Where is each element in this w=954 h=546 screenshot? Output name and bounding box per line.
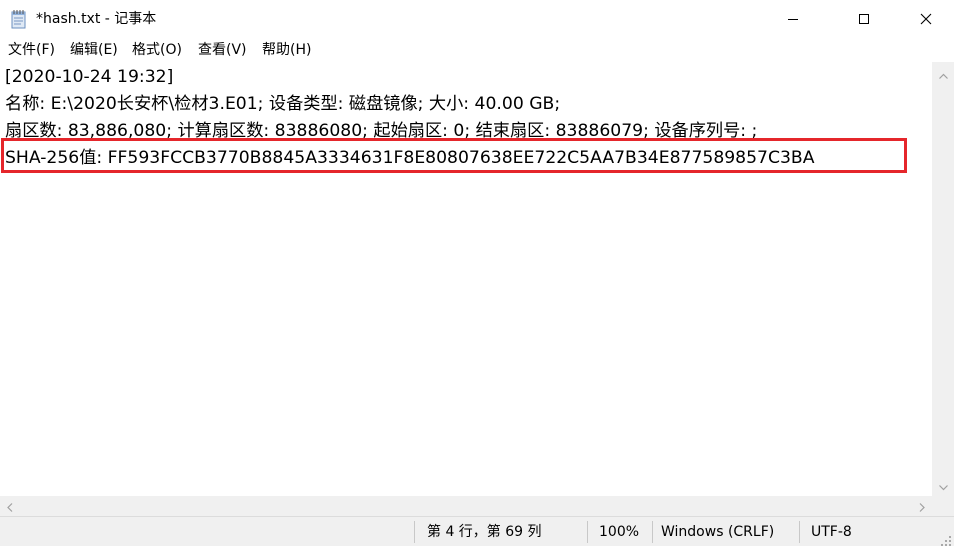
close-icon [920, 10, 932, 29]
window-title: *hash.txt - 记事本 [36, 11, 157, 27]
sha256-highlight-box [1, 138, 907, 173]
title-bar[interactable]: *hash.txt - 记事本 [0, 0, 954, 38]
text-line-timestamp: [2020-10-24 19:32] [5, 67, 174, 87]
vertical-scrollbar[interactable] [932, 62, 954, 496]
minimize-icon [787, 10, 799, 29]
close-button[interactable] [898, 0, 954, 38]
maximize-button[interactable] [841, 0, 887, 38]
status-separator [799, 521, 800, 543]
scroll-up-button[interactable] [932, 62, 954, 84]
notepad-icon [10, 9, 28, 29]
scrollbar-corner [932, 496, 954, 516]
status-bar: 第 4 行，第 69 列 100% Windows (CRLF) UTF-8 [0, 516, 954, 546]
resize-grip-icon[interactable] [940, 532, 952, 546]
zoom-level: 100% [599, 524, 640, 540]
status-separator [652, 521, 653, 543]
text-encoding: UTF-8 [811, 524, 852, 540]
menu-help[interactable]: 帮助(H) [262, 41, 311, 59]
status-separator [587, 521, 588, 543]
scroll-right-button[interactable] [912, 496, 932, 516]
menu-view[interactable]: 查看(V) [198, 41, 247, 59]
line-ending: Windows (CRLF) [661, 524, 775, 540]
chevron-down-icon [938, 476, 948, 495]
text-editor[interactable]: [2020-10-24 19:32] 名称: E:\2020长安杯\检材3.E0… [0, 62, 932, 496]
status-separator [414, 521, 415, 543]
notepad-window: *hash.txt - 记事本 文件(F) 编辑(E) 格式(O) 查看(V) … [0, 0, 954, 546]
text-line-device-info: 名称: E:\2020长安杯\检材3.E01; 设备类型: 磁盘镜像; 大小: … [5, 94, 561, 114]
menu-file[interactable]: 文件(F) [8, 41, 55, 59]
menu-bar: 文件(F) 编辑(E) 格式(O) 查看(V) 帮助(H) [0, 38, 954, 62]
scroll-left-button[interactable] [0, 496, 20, 516]
minimize-button[interactable] [770, 0, 816, 38]
cursor-position: 第 4 行，第 69 列 [427, 524, 542, 540]
maximize-icon [858, 10, 870, 29]
horizontal-scrollbar[interactable] [0, 496, 932, 516]
chevron-right-icon [919, 497, 925, 516]
chevron-left-icon [7, 497, 13, 516]
menu-format[interactable]: 格式(O) [132, 41, 182, 59]
scroll-down-button[interactable] [932, 474, 954, 496]
menu-edit[interactable]: 编辑(E) [70, 41, 118, 59]
chevron-up-icon [938, 64, 948, 83]
